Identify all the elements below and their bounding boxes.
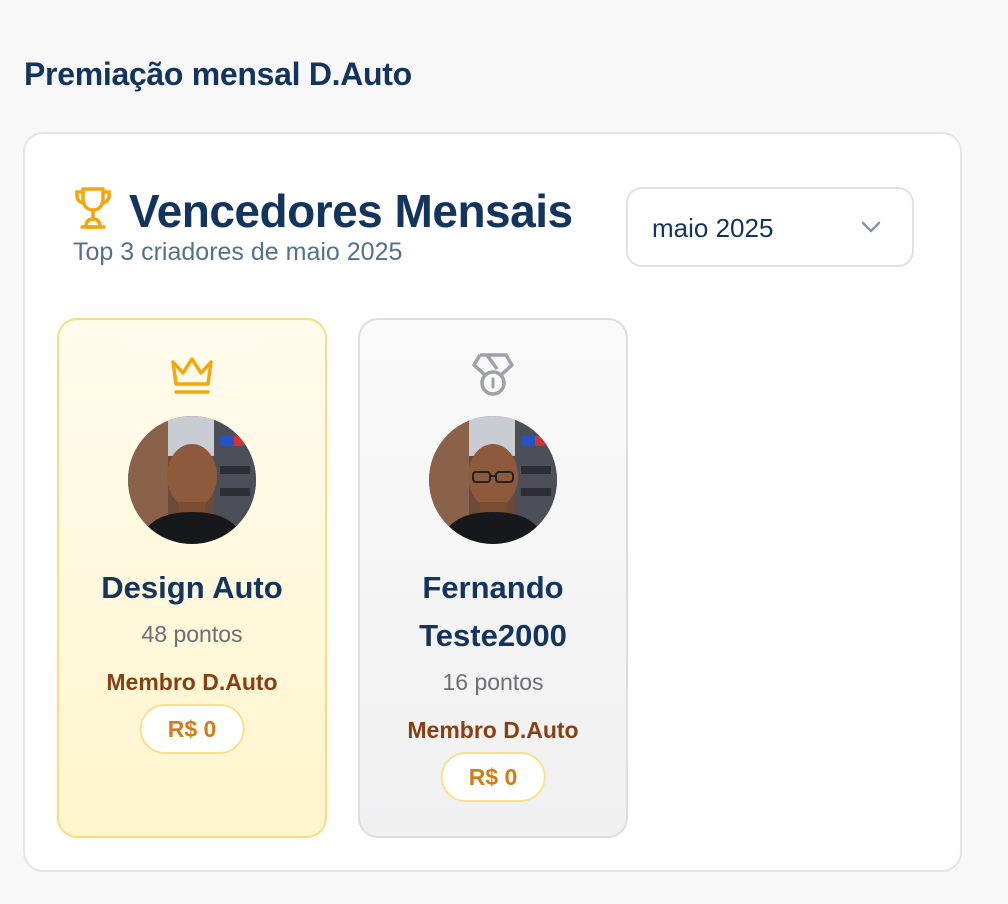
winner-card-first: Design Auto 48 pontos Membro D.Auto R$ 0: [57, 318, 327, 838]
winner-prize-badge: R$ 0: [139, 704, 245, 754]
month-select[interactable]: maio 2025: [626, 187, 914, 267]
crown-icon: [171, 357, 213, 394]
winner-membership: Membro D.Auto: [106, 669, 278, 695]
winner-membership: Membro D.Auto: [407, 717, 579, 743]
winner-points: 16 pontos: [442, 669, 544, 695]
monthly-winners-panel: Vencedores Mensais Top 3 criadores de ma…: [23, 132, 962, 872]
winner-name: Fernando Teste2000: [419, 570, 567, 653]
winner-prize-badge: R$ 0: [440, 752, 546, 802]
winner-name: Design Auto: [101, 570, 283, 605]
winner-points: 48 pontos: [141, 621, 243, 647]
panel-title: Vencedores Mensais: [129, 185, 573, 237]
panel-subtitle: Top 3 criadores de maio 2025: [73, 238, 403, 266]
medal-icon: [472, 353, 514, 396]
avatar: [128, 416, 256, 544]
trophy-icon: [75, 187, 111, 229]
chevron-down-icon: [861, 221, 881, 233]
winner-card-second: Fernando Teste2000 16 pontos Membro D.Au…: [358, 318, 628, 838]
avatar: [429, 416, 557, 544]
month-select-value: maio 2025: [652, 213, 774, 243]
page-title: Premiação mensal D.Auto: [24, 56, 412, 92]
